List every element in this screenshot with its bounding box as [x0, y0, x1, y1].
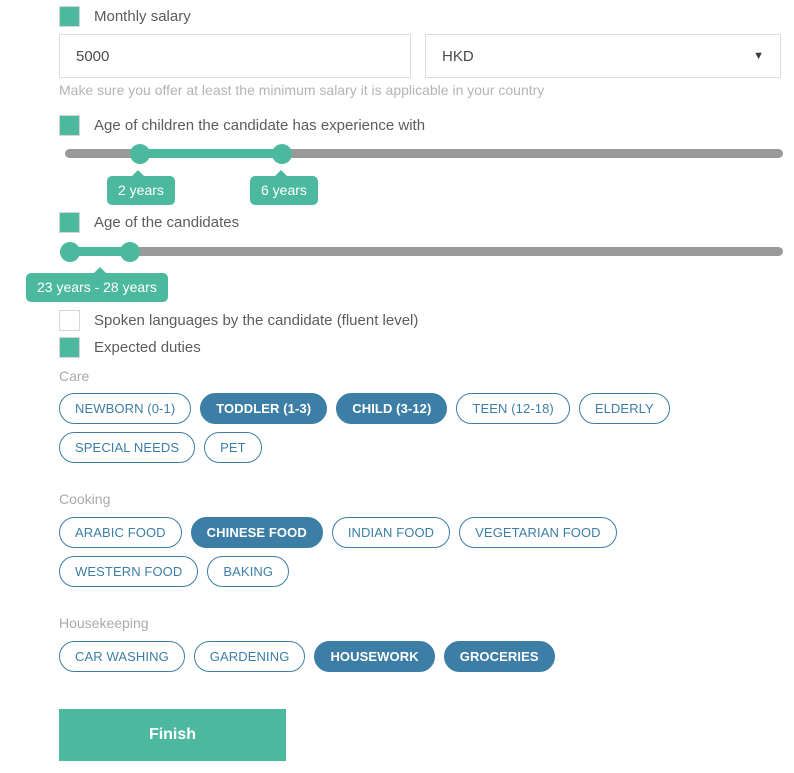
- duty-pill[interactable]: TEEN (12-18): [456, 393, 570, 424]
- duty-pill[interactable]: CHILD (3-12): [336, 393, 448, 424]
- spoken-languages-checkbox-row[interactable]: Spoken languages by the candidate (fluen…: [59, 310, 418, 331]
- expected-duties-label: Expected duties: [94, 339, 201, 356]
- duty-group-housekeeping: CAR WASHING GARDENING HOUSEWORK GROCERIES: [59, 641, 759, 672]
- spoken-languages-label: Spoken languages by the candidate (fluen…: [94, 312, 419, 329]
- children-age-max-value: 6 years: [261, 182, 307, 198]
- duty-pill[interactable]: WESTERN FOOD: [59, 556, 199, 587]
- chevron-down-icon: ▼: [753, 49, 764, 62]
- candidate-age-checkbox-row[interactable]: Age of the candidates: [59, 212, 239, 233]
- children-age-max-bubble: 6 years: [250, 170, 318, 205]
- currency-value: HKD: [442, 47, 474, 65]
- candidate-age-range-bubble: 23 years - 28 years: [26, 267, 168, 302]
- duty-pill[interactable]: TODDLER (1-3): [200, 393, 328, 424]
- duty-group-cooking: ARABIC FOOD CHINESE FOOD INDIAN FOOD VEGETA…: [59, 517, 759, 587]
- group-label-cooking: Cooking: [59, 491, 111, 507]
- monthly-salary-label: Monthly salary: [94, 8, 191, 25]
- duty-pill[interactable]: BAKING: [207, 556, 290, 587]
- duty-pill[interactable]: ELDERLY: [578, 393, 670, 424]
- candidate-age-label: Age of the candidates: [94, 214, 240, 231]
- slider-track[interactable]: [65, 247, 783, 256]
- duty-pill[interactable]: SPECIAL NEEDS: [59, 432, 196, 463]
- bubble-arrow-icon: [93, 267, 107, 274]
- slider-selected-range: [140, 149, 282, 158]
- salary-amount-input[interactable]: 5000: [59, 34, 411, 78]
- job-posting-form: Monthly salary 5000 HKD ▼ Make sure you …: [0, 0, 794, 773]
- monthly-salary-checkbox-row[interactable]: Monthly salary: [59, 6, 191, 27]
- slider-handle-min[interactable]: [130, 143, 150, 164]
- duty-pill[interactable]: GROCERIES: [443, 641, 555, 672]
- salary-amount-value: 5000: [76, 47, 110, 65]
- bubble-arrow-icon: [274, 170, 288, 177]
- children-age-min-value: 2 years: [118, 182, 164, 198]
- children-age-checkbox[interactable]: [59, 115, 80, 136]
- duty-pill[interactable]: INDIAN FOOD: [331, 517, 451, 548]
- duty-pill[interactable]: CHINESE FOOD: [190, 517, 323, 548]
- expected-duties-checkbox-row[interactable]: Expected duties: [59, 337, 201, 358]
- candidate-age-range-slider[interactable]: [60, 241, 783, 262]
- duty-pill[interactable]: PET: [204, 432, 262, 463]
- group-label-care: Care: [59, 368, 90, 384]
- duty-pill[interactable]: GARDENING: [193, 641, 306, 672]
- slider-handle-max[interactable]: [120, 241, 140, 262]
- bubble-arrow-icon: [131, 170, 145, 177]
- salary-hint-text: Make sure you offer at least the minimum…: [59, 82, 545, 98]
- candidate-age-range-value: 23 years - 28 years: [37, 279, 157, 295]
- duty-group-care: NEWBORN (0-1) TODDLER (1-3) CHILD (3-12) TE…: [59, 393, 759, 463]
- duty-pill[interactable]: VEGETARIAN FOOD: [459, 517, 617, 548]
- duty-pill[interactable]: ARABIC FOOD: [59, 517, 182, 548]
- duty-pill[interactable]: HOUSEWORK: [314, 641, 435, 672]
- duty-pill[interactable]: CAR WASHING: [59, 641, 185, 672]
- monthly-salary-checkbox[interactable]: [59, 6, 80, 27]
- finish-button[interactable]: Finish: [59, 709, 286, 761]
- candidate-age-checkbox[interactable]: [59, 212, 80, 233]
- children-age-range-slider[interactable]: [65, 143, 783, 164]
- duty-pill[interactable]: NEWBORN (0-1): [59, 393, 192, 424]
- slider-handle-max[interactable]: [272, 143, 292, 164]
- slider-handle-min[interactable]: [60, 241, 80, 262]
- expected-duties-checkbox[interactable]: [59, 337, 80, 358]
- children-age-checkbox-row[interactable]: Age of children the candidate has experi…: [59, 115, 425, 136]
- currency-select[interactable]: HKD ▼: [425, 34, 781, 78]
- children-age-label: Age of children the candidate has experi…: [94, 117, 426, 134]
- spoken-languages-checkbox[interactable]: [59, 310, 80, 331]
- group-label-housekeeping: Housekeeping: [59, 615, 149, 631]
- children-age-min-bubble: 2 years: [107, 170, 175, 205]
